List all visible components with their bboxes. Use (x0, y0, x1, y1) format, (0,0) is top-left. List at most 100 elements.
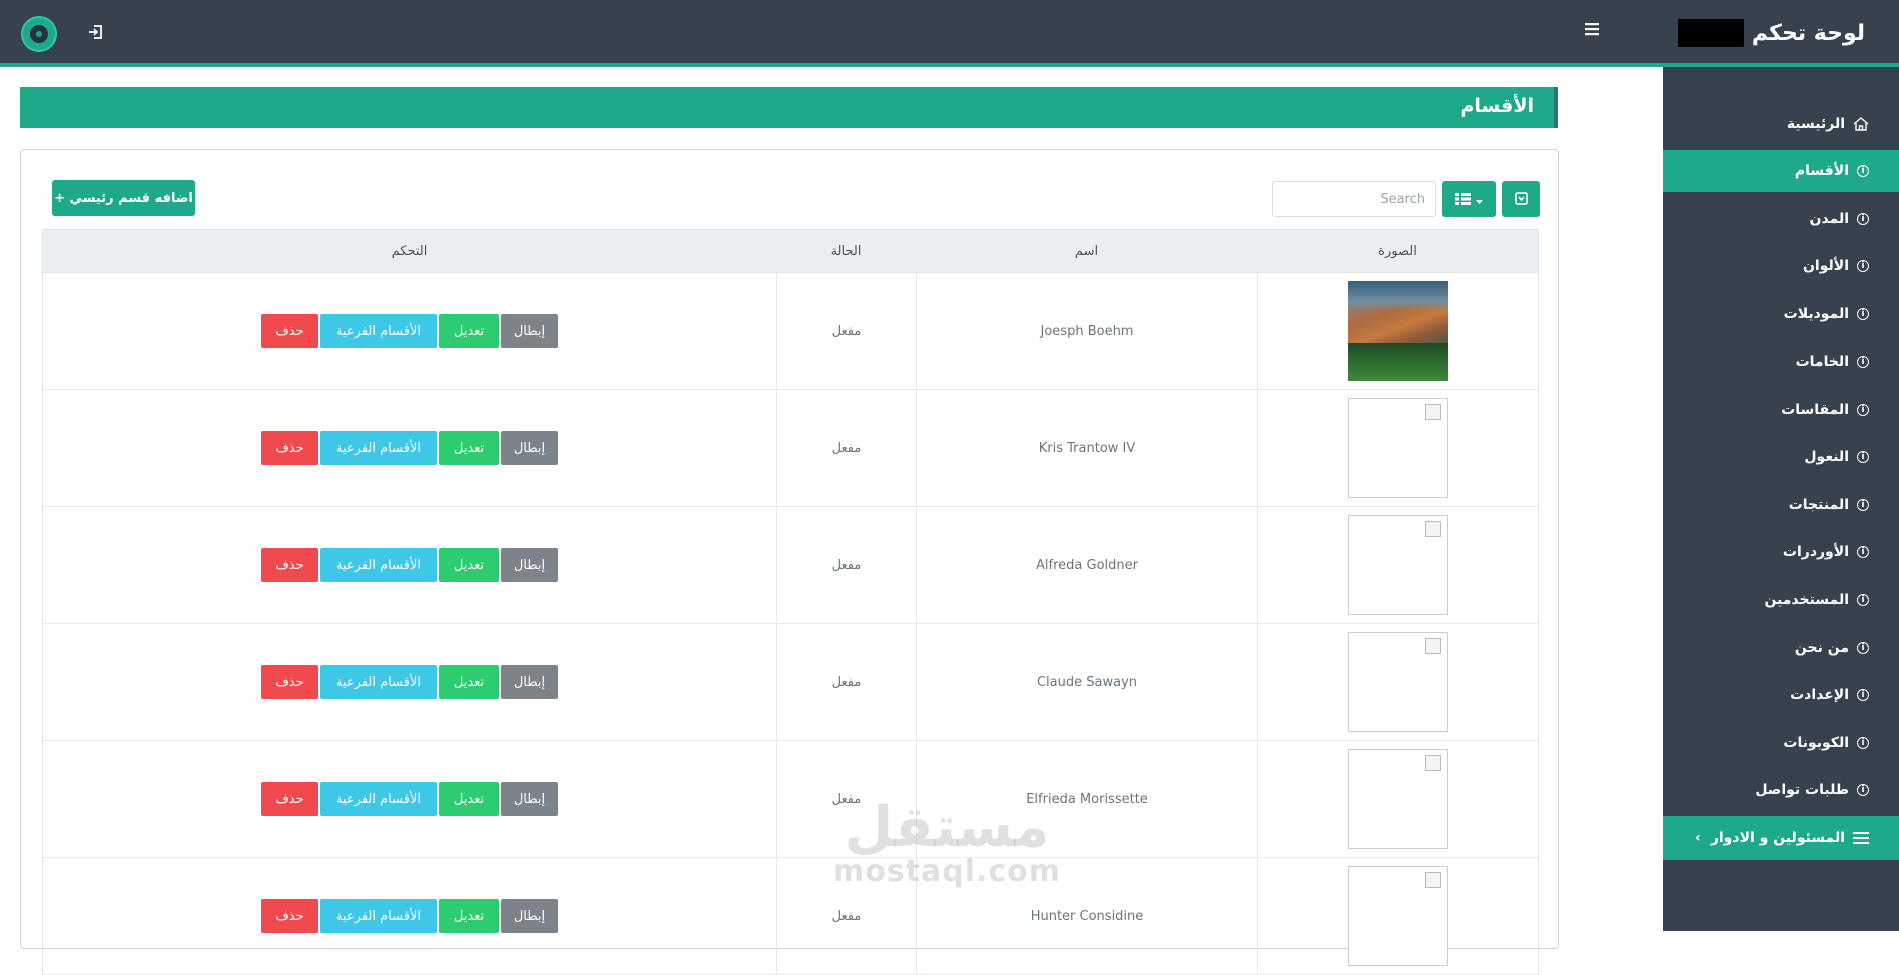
table-row: Joesph Boehm مفعل إبطال تعديل الأقسام ال… (43, 273, 1538, 390)
sidebar-item-models[interactable]: الموديلات i (1663, 293, 1899, 335)
control-cell: إبطال تعديل الأقسام الفرعية حذف (43, 624, 776, 740)
edit-button[interactable]: تعديل (439, 431, 499, 465)
status-cell: مفعل (776, 858, 916, 974)
sidebar-item-products[interactable]: المنتجات i (1663, 484, 1899, 526)
sidebar-item-sizes[interactable]: المقاسات i (1663, 389, 1899, 431)
list-icon (1853, 832, 1869, 844)
sidebar-item-orders[interactable]: الأوردرات i (1663, 531, 1899, 573)
edit-button[interactable]: تعديل (439, 665, 499, 699)
disable-button[interactable]: إبطال (501, 665, 558, 699)
sidebar-item-cities[interactable]: المدن i (1663, 198, 1899, 240)
subcategories-button[interactable]: الأقسام الفرعية (320, 899, 437, 933)
row-actions: إبطال تعديل الأقسام الفرعية حذف (261, 782, 558, 816)
column-header-image[interactable]: الصورة (1257, 230, 1538, 272)
broken-image-icon (1348, 749, 1448, 849)
control-cell: إبطال تعديل الأقسام الفرعية حذف (43, 741, 776, 857)
sidebar-item-users[interactable]: المستخدمين i (1663, 579, 1899, 621)
info-icon: i (1857, 165, 1869, 177)
edit-button[interactable]: تعديل (439, 782, 499, 816)
brand: لوحة تحكم (1677, 17, 1865, 49)
name-cell: Joesph Boehm (916, 273, 1257, 389)
subcategories-button[interactable]: الأقسام الفرعية (320, 665, 437, 699)
row-actions: إبطال تعديل الأقسام الفرعية حذف (261, 431, 558, 465)
control-cell: إبطال تعديل الأقسام الفرعية حذف (43, 507, 776, 623)
table-row: Kris Trantow IV مفعل إبطال تعديل الأقسام… (43, 390, 1538, 507)
sidebar-item-home[interactable]: الرئيسية (1663, 103, 1899, 145)
column-header-name[interactable]: اسم (916, 230, 1257, 272)
categories-table: الصورة اسم الحالة التحكم Joesph Boehm مف… (42, 229, 1539, 975)
status-cell: مفعل (776, 741, 916, 857)
row-actions: إبطال تعديل الأقسام الفرعية حذف (261, 548, 558, 582)
info-icon: i (1857, 260, 1869, 272)
disable-button[interactable]: إبطال (501, 314, 558, 348)
sidebar-item-settings[interactable]: الإعدادت i (1663, 674, 1899, 716)
row-actions: إبطال تعديل الأقسام الفرعية حذف (261, 314, 558, 348)
sidebar-item-coupons[interactable]: الكوبونات i (1663, 722, 1899, 764)
disable-button[interactable]: إبطال (501, 431, 558, 465)
edit-button[interactable]: تعديل (439, 548, 499, 582)
subcategories-button[interactable]: الأقسام الفرعية (320, 314, 437, 348)
sidebar-item-admins-roles[interactable]: ‹ المسئولين و الادوار (1663, 816, 1899, 860)
logout-icon[interactable] (86, 22, 106, 42)
column-header-control: التحكم (391, 243, 428, 259)
disable-button[interactable]: إبطال (501, 899, 558, 933)
sidebar-item-label: طلبات تواصل (1755, 782, 1849, 798)
home-icon (1853, 117, 1869, 131)
table-row: Claude Sawayn مفعل إبطال تعديل الأقسام ا… (43, 624, 1538, 741)
disable-button[interactable]: إبطال (501, 782, 558, 816)
info-icon: i (1857, 213, 1869, 225)
status-cell: مفعل (776, 273, 916, 389)
export-icon (1514, 190, 1528, 209)
columns-toggle-button[interactable] (1442, 181, 1496, 217)
table-header-row: الصورة اسم الحالة التحكم (43, 230, 1538, 273)
delete-button[interactable]: حذف (261, 548, 318, 582)
info-icon: i (1857, 499, 1869, 511)
sidebar-item-label: الألوان (1802, 258, 1849, 274)
chevron-left-icon: ‹ (1695, 830, 1701, 846)
export-button[interactable] (1502, 181, 1540, 217)
control-cell: إبطال تعديل الأقسام الفرعية حذف (43, 390, 776, 506)
image-cell (1257, 624, 1538, 740)
broken-image-icon (1348, 515, 1448, 615)
edit-button[interactable]: تعديل (439, 899, 499, 933)
name-cell: Hunter Considine (916, 858, 1257, 974)
sidebar-item-label: الموديلات (1783, 306, 1849, 322)
sidebar-item-categories[interactable]: الأقسام i (1663, 150, 1899, 192)
control-cell: إبطال تعديل الأقسام الفرعية حذف (43, 273, 776, 389)
subcategories-button[interactable]: الأقسام الفرعية (320, 782, 437, 816)
subcategories-button[interactable]: الأقسام الفرعية (320, 548, 437, 582)
delete-button[interactable]: حذف (261, 431, 318, 465)
sidebar-item-contact-requests[interactable]: طلبات تواصل i (1663, 769, 1899, 811)
info-icon: i (1857, 784, 1869, 796)
sidebar-item-label: الإعدادت (1790, 687, 1849, 703)
page-header: الأقسام (20, 87, 1558, 128)
menu-icon[interactable] (1583, 21, 1601, 39)
search-input[interactable] (1272, 181, 1436, 217)
sidebar-item-label: من نحن (1794, 640, 1849, 656)
table-row: Elfrieda Morissette مفعل إبطال تعديل الأ… (43, 741, 1538, 858)
delete-button[interactable]: حذف (261, 899, 318, 933)
sidebar: الرئيسية الأقسام i المدن i الألوان i الم… (1663, 67, 1899, 931)
info-icon: i (1857, 451, 1869, 463)
status-cell: مفعل (776, 624, 916, 740)
disable-button[interactable]: إبطال (501, 548, 558, 582)
info-icon: i (1857, 642, 1869, 654)
sidebar-item-label: المسئولين و الادوار (1710, 830, 1845, 846)
sidebar-item-materials[interactable]: الخامات i (1663, 341, 1899, 383)
edit-button[interactable]: تعديل (439, 314, 499, 348)
sidebar-item-about[interactable]: من نحن i (1663, 627, 1899, 669)
name-cell: Kris Trantow IV (916, 390, 1257, 506)
add-main-category-button[interactable]: اضافه قسم رئيسي + (52, 180, 195, 216)
sidebar-item-label: الأوردرات (1782, 544, 1849, 560)
avatar-icon[interactable] (21, 16, 57, 52)
sidebar-item-soles[interactable]: النعول i (1663, 436, 1899, 478)
delete-button[interactable]: حذف (261, 314, 318, 348)
column-header-status[interactable]: الحالة (776, 230, 916, 272)
row-actions: إبطال تعديل الأقسام الفرعية حذف (261, 665, 558, 699)
subcategories-button[interactable]: الأقسام الفرعية (320, 431, 437, 465)
delete-button[interactable]: حذف (261, 665, 318, 699)
category-image (1348, 281, 1448, 381)
sidebar-item-label: الأقسام (1794, 163, 1849, 179)
delete-button[interactable]: حذف (261, 782, 318, 816)
sidebar-item-colors[interactable]: الألوان i (1663, 245, 1899, 287)
